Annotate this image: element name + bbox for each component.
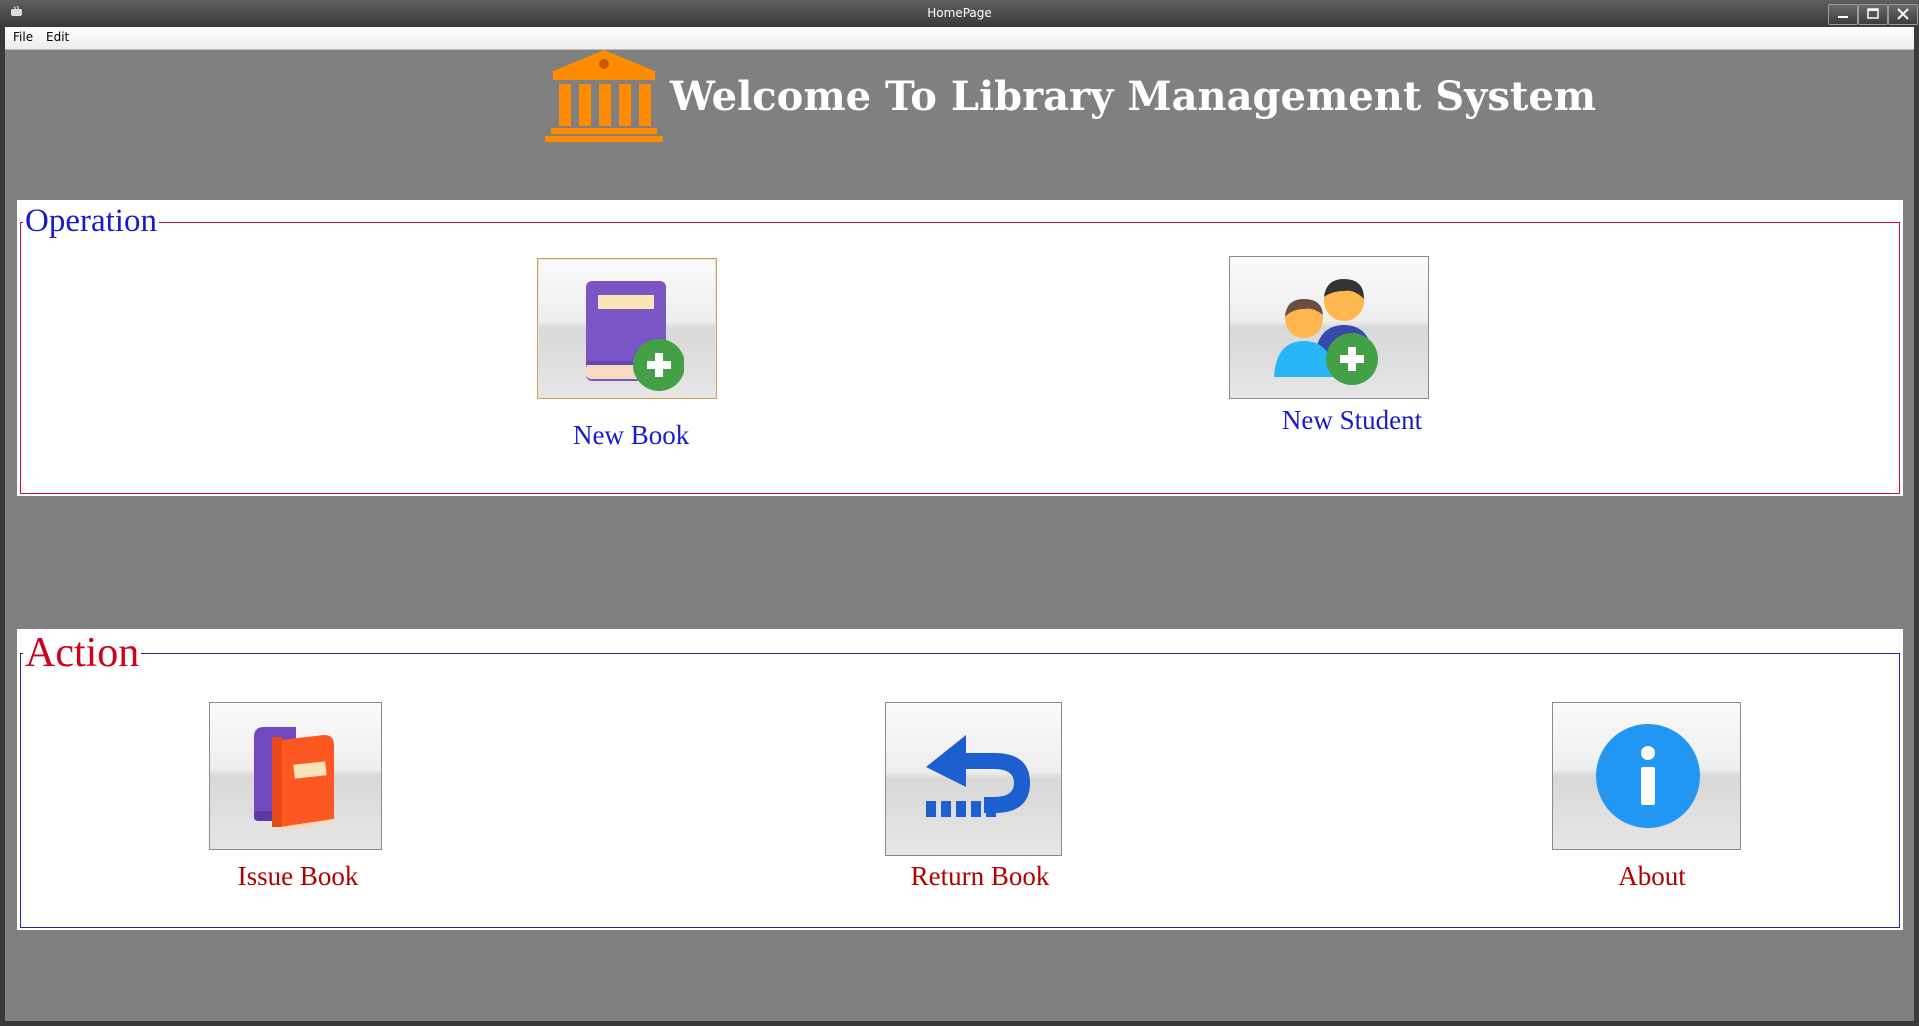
issue-book-label[interactable]: Issue Book — [223, 861, 373, 892]
new-student-label[interactable]: New Student — [1267, 405, 1437, 436]
operation-panel-border — [20, 222, 1900, 494]
maximize-button[interactable] — [1858, 4, 1888, 25]
about-label[interactable]: About — [1587, 861, 1717, 892]
new-book-button[interactable] — [537, 258, 717, 399]
maximize-icon — [1867, 8, 1879, 19]
minimize-button[interactable] — [1828, 4, 1858, 25]
menu-bar: File Edit — [5, 27, 1914, 50]
close-icon — [1897, 8, 1909, 20]
menu-file[interactable]: File — [11, 30, 35, 44]
operation-legend: Operation — [23, 203, 159, 240]
new-book-label[interactable]: New Book — [573, 420, 689, 451]
operation-panel: Operation New Book New Student — [17, 200, 1903, 496]
return-book-button[interactable] — [885, 702, 1062, 856]
window-title: HomePage — [927, 6, 992, 20]
window-titlebar[interactable]: HomePage — [0, 0, 1919, 28]
window-frame-bottom — [0, 1021, 1919, 1026]
about-button[interactable] — [1552, 702, 1741, 850]
action-panel: Action Issue Book Return Book About — [17, 629, 1903, 930]
action-legend: Action — [23, 629, 142, 677]
library-building-icon — [545, 50, 663, 142]
info-icon — [1596, 724, 1700, 828]
minimize-icon — [1838, 16, 1848, 18]
window-frame-right — [1914, 27, 1919, 1026]
book-add-icon — [586, 281, 684, 391]
books-icon — [254, 727, 334, 831]
students-add-icon — [1274, 279, 1378, 385]
issue-book-button[interactable] — [209, 702, 382, 850]
return-arrow-icon — [926, 735, 1030, 817]
new-student-button[interactable] — [1229, 256, 1429, 399]
return-book-label[interactable]: Return Book — [895, 861, 1065, 892]
window-frame-left — [0, 27, 5, 1026]
menu-edit[interactable]: Edit — [44, 30, 71, 44]
page-title: Welcome To Library Management System — [670, 73, 1597, 120]
close-button[interactable] — [1888, 4, 1918, 25]
